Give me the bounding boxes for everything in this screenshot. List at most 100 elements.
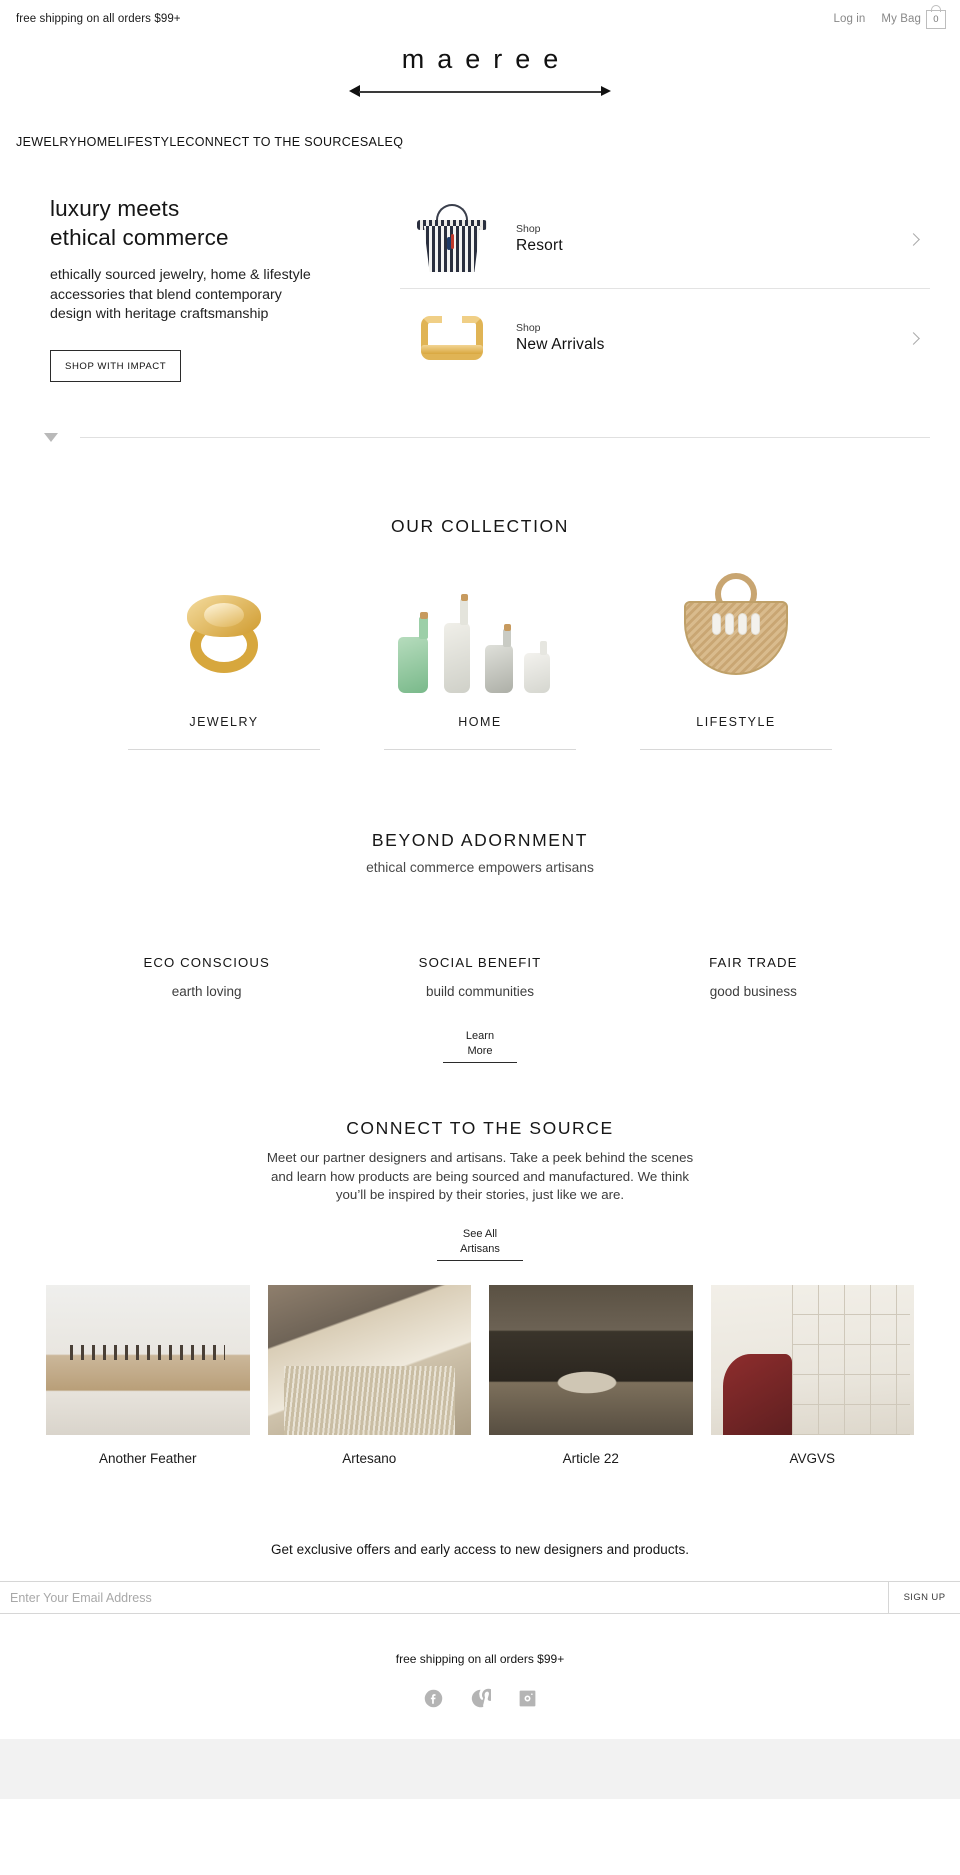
search-icon[interactable]: Q — [393, 135, 403, 149]
logo-wordmark: maeree — [401, 44, 572, 74]
divider — [128, 749, 320, 750]
artisan-grid: Another Feather Artesano Article 22 AVGV… — [0, 1285, 960, 1466]
chevron-right-icon — [907, 331, 920, 345]
shop-card-new-arrivals-title: New Arrivals — [516, 336, 605, 353]
value-eco-conscious-sub: earth loving — [171, 984, 242, 999]
collection-item-lifestyle[interactable]: LIFESTYLE — [608, 565, 864, 750]
value-social-benefit: SOCIAL BENEFIT build communities — [343, 955, 616, 999]
beyond-title: BEYOND ADORNMENT — [371, 830, 589, 850]
shop-card-new-arrivals-eyebrow: Shop — [516, 322, 541, 334]
pinterest-icon[interactable] — [470, 1688, 491, 1709]
artisan-image-another-feather — [46, 1285, 250, 1435]
glass-bottles-image — [352, 565, 608, 697]
artisan-image-avgvs — [710, 1285, 914, 1435]
shop-card-resort-copy: Shop Resort — [516, 223, 909, 255]
email-input[interactable] — [0, 1582, 888, 1613]
bag-count: 0 — [933, 13, 939, 25]
artisan-name-artesano: Artesano — [342, 1451, 397, 1466]
shop-card-resort-eyebrow: Shop — [516, 223, 541, 235]
value-eco-conscious-title: ECO CONSCIOUS — [143, 955, 270, 970]
collection-item-jewelry[interactable]: JEWELRY — [96, 565, 352, 750]
hero-shop-cards: Shop Resort Shop New Arrivals — [400, 187, 960, 387]
cuff-bracelet-image — [412, 299, 494, 377]
connect-title: CONNECT TO THE SOURCE — [346, 1117, 614, 1138]
artisan-card-avgvs[interactable]: AVGVS — [710, 1285, 914, 1466]
newsletter-heading: Get exclusive offers and early access to… — [270, 1542, 690, 1557]
my-bag-button[interactable]: My Bag 0 — [881, 4, 946, 29]
learn-more-line-2: More — [467, 1044, 493, 1057]
nav-item-home[interactable]: HOME — [77, 135, 116, 149]
divider — [384, 749, 576, 750]
shop-card-new-arrivals[interactable]: Shop New Arrivals — [400, 288, 930, 387]
scroll-cue-row — [0, 433, 960, 442]
footer-shipping-note: free shipping on all orders $99+ — [395, 1652, 565, 1666]
instagram-icon[interactable] — [517, 1688, 538, 1709]
divider — [80, 437, 930, 438]
artisan-card-article-22[interactable]: Article 22 — [489, 1285, 693, 1466]
brand-logo[interactable]: maeree — [0, 38, 960, 100]
shop-card-resort-title: Resort — [516, 237, 563, 254]
artisan-name-avgvs: AVGVS — [789, 1451, 836, 1466]
collection-item-lifestyle-label: LIFESTYLE — [696, 715, 776, 729]
hero-copy: luxury meets ethical commerce ethically … — [0, 187, 400, 387]
utility-bar: free shipping on all orders $99+ Log in … — [0, 0, 960, 38]
chevron-right-icon — [907, 232, 920, 246]
connect-copy-line-1: Meet our partner designers and artisans.… — [266, 1149, 694, 1165]
artisan-image-article-22 — [489, 1285, 693, 1435]
newsletter-form: SIGN UP — [0, 1581, 960, 1614]
connect-to-the-source-section: CONNECT TO THE SOURCE Meet our partner d… — [0, 1118, 960, 1466]
hero-headline-line-2: ethical commerce — [50, 225, 229, 251]
learn-more-line-1: Learn — [465, 1030, 495, 1042]
artisan-card-artesano[interactable]: Artesano — [267, 1285, 471, 1466]
artisan-card-another-feather[interactable]: Another Feather — [46, 1285, 250, 1466]
connect-copy-line-3: you’ll be inspired by their stories, jus… — [335, 1187, 625, 1203]
shopping-bag-icon: 0 — [926, 4, 946, 29]
logo-arrow-icon — [349, 84, 611, 100]
shop-with-impact-button[interactable]: SHOP WITH IMPACT — [50, 349, 182, 382]
shop-card-new-arrivals-copy: Shop New Arrivals — [516, 322, 909, 354]
my-bag-label: My Bag — [881, 13, 921, 25]
value-fair-trade: FAIR TRADE good business — [617, 955, 890, 999]
nav-item-sale[interactable]: SALE — [360, 135, 393, 149]
gold-ring-image — [96, 565, 352, 697]
footer-strip — [0, 1739, 960, 1799]
value-props: ECO CONSCIOUS earth loving SOCIAL BENEFI… — [0, 955, 960, 999]
beyond-adornment-section: BEYOND ADORNMENT ethical commerce empowe… — [0, 830, 960, 1063]
value-social-benefit-sub: build communities — [425, 984, 535, 999]
value-fair-trade-sub: good business — [709, 984, 797, 999]
hero-section: luxury meets ethical commerce ethically … — [0, 149, 960, 387]
divider — [640, 749, 832, 750]
nav-item-lifestyle[interactable]: LIFESTYLE — [116, 135, 185, 149]
login-link[interactable]: Log in — [833, 13, 865, 25]
artisan-image-artesano — [267, 1285, 471, 1435]
beyond-subtitle: ethical commerce empowers artisans — [366, 860, 594, 875]
bag-handle-icon — [931, 4, 941, 12]
hero-subcopy: ethically sourced jewelry, home & lifest… — [50, 266, 400, 325]
nav-item-connect-to-the-source[interactable]: CONNECT TO THE SOURCE — [185, 135, 360, 149]
chevron-down-icon[interactable] — [44, 433, 58, 442]
see-all-line-1: See All — [462, 1228, 498, 1241]
utility-actions: Log in My Bag 0 — [833, 4, 946, 29]
sign-up-button[interactable]: SIGN UP — [888, 1582, 960, 1613]
learn-more-link[interactable]: Learn More — [443, 1029, 517, 1063]
hero-headline: luxury meets ethical commerce — [50, 194, 400, 252]
hero-subcopy-line-2: accessories that blend contemporary — [50, 286, 282, 303]
shipping-note: free shipping on all orders $99+ — [16, 13, 181, 25]
collection-grid: JEWELRY HOME LIFESTYLE — [0, 565, 960, 750]
hero-subcopy-line-1: ethically sourced jewelry, home & lifest… — [50, 267, 311, 284]
main-navigation: JEWELRY HOME LIFESTYLE CONNECT TO THE SO… — [0, 135, 960, 149]
collection-title: OUR COLLECTION — [391, 516, 569, 536]
value-eco-conscious: ECO CONSCIOUS earth loving — [70, 955, 343, 999]
value-fair-trade-title: FAIR TRADE — [709, 955, 798, 970]
straw-basket-bag-image — [608, 565, 864, 697]
collection-item-home[interactable]: HOME — [352, 565, 608, 750]
newsletter-section: Get exclusive offers and early access to… — [0, 1542, 960, 1799]
connect-copy-line-2: and learn how products are being sourced… — [270, 1168, 690, 1184]
see-all-line-2: Artisans — [460, 1243, 500, 1256]
shop-card-resort[interactable]: Shop Resort — [400, 190, 930, 288]
collection-item-jewelry-label: JEWELRY — [189, 715, 259, 729]
facebook-icon[interactable] — [423, 1688, 444, 1709]
see-all-artisans-link[interactable]: See All Artisans — [437, 1227, 523, 1261]
nav-item-jewelry[interactable]: JEWELRY — [16, 135, 77, 149]
hero-headline-line-1: luxury meets — [50, 196, 180, 221]
